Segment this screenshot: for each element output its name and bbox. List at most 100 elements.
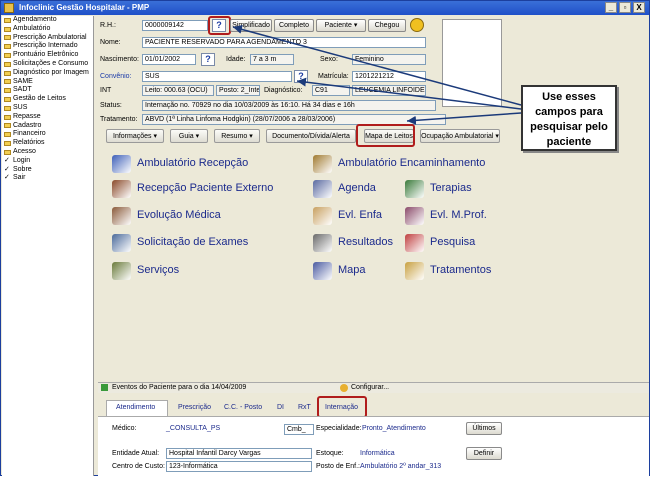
module-evl-enfa[interactable]: Evl. Enfa bbox=[338, 209, 382, 221]
module-servicos[interactable]: Serviços bbox=[137, 264, 179, 276]
menu-resumo[interactable]: Resumo ▾ bbox=[214, 129, 260, 143]
tab-bar: Atendimento Prescrição C.C. - Posto DI R… bbox=[98, 396, 649, 418]
estoque-label: Estoque: bbox=[316, 450, 344, 457]
sidebar-item-financeiro[interactable]: Financeiro bbox=[2, 130, 93, 139]
module-agenda[interactable]: Agenda bbox=[338, 182, 376, 194]
completo-button[interactable]: Completo bbox=[274, 19, 314, 32]
folder-icon bbox=[4, 141, 11, 147]
menu-informacoes[interactable]: Informações ▾ bbox=[106, 129, 164, 143]
module-resultados[interactable]: Resultados bbox=[338, 236, 393, 248]
therapy-icon[interactable] bbox=[405, 180, 424, 198]
tab-rxt[interactable]: RxT bbox=[298, 404, 311, 411]
menu-documento[interactable]: Documento/Dívida/Alerta bbox=[266, 129, 356, 143]
sidebar-item-solicita-es-e-consumo[interactable]: Solicitações e Consumo bbox=[2, 60, 93, 69]
minimize-button[interactable]: _ bbox=[605, 2, 617, 13]
attendance-panel: Médico: _CONSULTA_PS Cmb_ Especialidade:… bbox=[98, 416, 649, 476]
posto-field: Posto: 2_Inte bbox=[216, 85, 260, 96]
sidebar-item-sair[interactable]: ✓ Sair bbox=[2, 174, 93, 183]
centro-custo-select[interactable]: 123-Informática bbox=[166, 461, 312, 472]
convenio-input[interactable]: SUS bbox=[142, 71, 292, 82]
medico-value: _CONSULTA_PS bbox=[166, 425, 221, 432]
sidebar-item-same[interactable]: SAME bbox=[2, 78, 93, 87]
exam-icon[interactable] bbox=[112, 234, 131, 252]
chegou-button[interactable]: Chegou bbox=[368, 19, 406, 32]
tab-di[interactable]: DI bbox=[277, 404, 284, 411]
module-ambulatorio-encaminhamento[interactable]: Ambulatório Encaminhamento bbox=[338, 157, 485, 169]
module-evl-m-prof-[interactable]: Evl. M.Prof. bbox=[430, 209, 487, 221]
sidebar-item-acesso[interactable]: Acesso bbox=[2, 148, 93, 157]
services-icon[interactable] bbox=[112, 262, 131, 280]
sidebar-item-diagn-stico-por-imagem[interactable]: Diagnóstico por Imagem bbox=[2, 69, 93, 78]
restore-button[interactable]: ▫ bbox=[619, 2, 631, 13]
medico-combo[interactable]: Cmb_ bbox=[284, 424, 314, 435]
pen-icon[interactable] bbox=[405, 207, 424, 225]
entidade-select[interactable]: Hospital Infantil Darcy Vargas bbox=[166, 448, 312, 459]
module-recepcao-paciente-externo[interactable]: Recepção Paciente Externo bbox=[137, 182, 273, 194]
paciente-button[interactable]: Paciente ▾ bbox=[316, 19, 366, 32]
reception-icon[interactable] bbox=[112, 180, 131, 198]
module-mapa[interactable]: Mapa bbox=[338, 264, 366, 276]
sidebar-item-prontu-rio-eletr-nico[interactable]: Prontuário Eletrônico bbox=[2, 51, 93, 60]
referral-icon[interactable] bbox=[313, 155, 332, 173]
rh-label: R.H.: bbox=[100, 22, 116, 29]
tab-atendimento[interactable]: Atendimento bbox=[116, 404, 155, 411]
nurse-icon[interactable] bbox=[313, 207, 332, 225]
calendar-icon[interactable] bbox=[313, 180, 332, 198]
sidebar-item-label: Repasse bbox=[13, 112, 41, 120]
status-label: Status: bbox=[100, 102, 122, 109]
sidebar-item-repasse[interactable]: Repasse bbox=[2, 113, 93, 122]
sidebar-item-ambulat-rio[interactable]: Ambulatório bbox=[2, 25, 93, 34]
books-icon[interactable] bbox=[112, 207, 131, 225]
folder-icon bbox=[4, 44, 11, 50]
clinic-icon[interactable] bbox=[112, 155, 131, 173]
menu-ocupacao[interactable]: Ocupação Ambulatorial ▾ bbox=[420, 129, 500, 143]
sidebar-item-agendamento[interactable]: Agendamento bbox=[2, 16, 93, 25]
sidebar-item-prescri-o-internado[interactable]: Prescrição Internado bbox=[2, 42, 93, 51]
menu-guia[interactable]: Guia ▾ bbox=[170, 129, 208, 143]
search-icon[interactable] bbox=[405, 234, 424, 252]
folder-icon bbox=[4, 70, 11, 76]
rh-input[interactable]: 0000009142 bbox=[142, 20, 208, 31]
sidebar-item-label: Acesso bbox=[13, 147, 36, 155]
configurar-link[interactable]: Configurar... bbox=[351, 383, 389, 393]
posto-enf-value: Ambulatório 2º andar_313 bbox=[360, 463, 442, 470]
matricula-input[interactable]: 1201221212 bbox=[352, 71, 426, 82]
sidebar-item-gest-o-de-leitos[interactable]: Gestão de Leitos bbox=[2, 95, 93, 104]
module-ambulatorio-recepcao[interactable]: Ambulatório Recepção bbox=[137, 157, 248, 169]
expand-icon[interactable] bbox=[101, 384, 108, 391]
sidebar-item-login[interactable]: ✓ Login bbox=[2, 157, 93, 166]
convenio-label[interactable]: Convênio: bbox=[100, 73, 132, 80]
nascimento-input[interactable]: 01/01/2002 bbox=[142, 54, 196, 65]
map-icon[interactable] bbox=[313, 262, 332, 280]
tab-prescricao[interactable]: Prescrição bbox=[178, 404, 211, 411]
folder-icon bbox=[4, 79, 11, 85]
menu-bar: Informações ▾ Guia ▾ Resumo ▾ Documento/… bbox=[102, 129, 512, 143]
highlight-mapa-leitos bbox=[356, 124, 415, 147]
nascimento-search-button[interactable]: ? bbox=[201, 53, 215, 66]
sidebar-item-prescri-o-ambulatorial[interactable]: Prescrição Ambulatorial bbox=[2, 34, 93, 43]
sidebar-item-cadastro[interactable]: Cadastro bbox=[2, 122, 93, 131]
convenio-search-button[interactable]: ? bbox=[294, 70, 308, 83]
sidebar-item-sus[interactable]: SUS bbox=[2, 104, 93, 113]
tab-cc-posto[interactable]: C.C. - Posto bbox=[224, 404, 262, 411]
module-solicitacao-de-exames[interactable]: Solicitação de Exames bbox=[137, 236, 248, 248]
sidebar-item-sadt[interactable]: SADT bbox=[2, 86, 93, 95]
sidebar-menu: Agendamento Ambulatório Prescrição Ambulat… bbox=[2, 16, 94, 476]
module-tratamentos[interactable]: Tratamentos bbox=[430, 264, 491, 276]
treatment-icon[interactable] bbox=[405, 262, 424, 280]
definir-button[interactable]: Definir bbox=[466, 447, 502, 460]
estoque-value: Informática bbox=[360, 450, 395, 457]
sidebar-item-sobre[interactable]: ✓ Sobre bbox=[2, 166, 93, 175]
smiley-icon[interactable] bbox=[410, 18, 424, 32]
module-terapias[interactable]: Terapias bbox=[430, 182, 472, 194]
folder-icon bbox=[4, 26, 11, 32]
sidebar-item-label: Sair bbox=[13, 174, 26, 182]
module-pesquisa[interactable]: Pesquisa bbox=[430, 236, 475, 248]
simplificado-button[interactable]: Simplificado bbox=[230, 19, 272, 32]
sidebar-item-relat-rios[interactable]: Relatórios bbox=[2, 139, 93, 148]
nome-input[interactable]: PACIENTE RESERVADO PARA AGENDAMENTO 3 bbox=[142, 37, 426, 48]
results-icon[interactable] bbox=[313, 234, 332, 252]
module-evolucao-medica[interactable]: Evolução Médica bbox=[137, 209, 221, 221]
ultimos-button[interactable]: Últimos bbox=[466, 422, 502, 435]
close-button[interactable]: X bbox=[633, 2, 645, 13]
